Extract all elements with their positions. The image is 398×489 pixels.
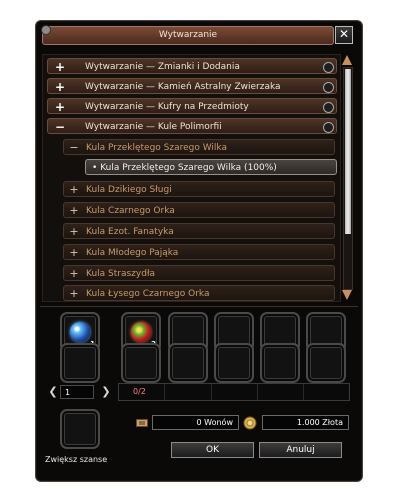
material-slot[interactable] xyxy=(214,343,254,383)
close-icon: ✕ xyxy=(338,27,350,41)
subcategory-label: Kula Łysego Czarnego Orka xyxy=(86,289,210,299)
category-row[interactable]: + Wytwarzanie — Kufry na Przedmioty xyxy=(47,98,337,114)
scroll-down-icon[interactable] xyxy=(342,290,352,300)
scroll-thumb[interactable] xyxy=(345,69,351,234)
scroll-track[interactable] xyxy=(343,67,353,290)
category-row-expanded[interactable]: − Wytwarzanie — Kule Polimorfii xyxy=(47,118,337,134)
won-amount-field: 0 Wonów xyxy=(152,415,239,430)
chance-label: Zwiększ szanse xyxy=(45,455,108,464)
subcategory-label: Kula Dzikiego Sługi xyxy=(86,185,172,195)
category-row[interactable]: + Wytwarzanie — Zmianki i Dodania xyxy=(47,58,337,74)
pin-icon xyxy=(41,25,51,35)
ratio-cell-divider xyxy=(303,384,304,400)
blue-orb-icon xyxy=(70,322,90,342)
window-title: Wytwarzanie xyxy=(158,30,218,40)
chance-slot[interactable] xyxy=(60,409,100,449)
category-label: Wytwarzanie — Kufry na Przedmioty xyxy=(85,102,249,112)
category-row[interactable]: + Wytwarzanie — Kamień Astralny Zwierzak… xyxy=(47,78,337,94)
expand-icon[interactable]: + xyxy=(69,203,79,219)
won-note-icon xyxy=(136,419,148,427)
ratio-cell-divider xyxy=(164,384,165,400)
subcategory-label: Kula Czarnego Orka xyxy=(86,206,175,216)
list-scrollbar[interactable] xyxy=(341,55,353,300)
subcategory-label: Kula Młodego Pająka xyxy=(86,248,179,258)
toggle-knob-icon xyxy=(323,62,334,73)
window-titlebar[interactable]: Wytwarzanie xyxy=(41,25,334,45)
expand-icon[interactable]: + xyxy=(69,245,79,261)
collapse-icon[interactable]: − xyxy=(69,140,79,156)
subcategory-row[interactable]: + Kula Straszydła xyxy=(63,265,335,281)
category-label: Wytwarzanie — Kamień Astralny Zwierzaka xyxy=(85,82,281,92)
expand-icon[interactable]: + xyxy=(69,266,79,282)
ratio-cell-divider xyxy=(211,384,212,400)
page-number-field[interactable]: 1 xyxy=(60,385,94,399)
subcategory-row[interactable]: + Kula Ezot. Fanatyka xyxy=(63,223,335,239)
toggle-knob-icon xyxy=(323,102,334,113)
gold-coin-icon xyxy=(243,416,257,430)
material-slot[interactable] xyxy=(306,343,346,383)
ok-button[interactable]: OK xyxy=(171,442,254,458)
subcategory-row[interactable]: + Kula Młodego Pająka xyxy=(63,244,335,260)
materials-ratio-bar: 0/2 xyxy=(118,383,350,401)
material-slot[interactable] xyxy=(121,343,161,383)
material-slot[interactable] xyxy=(168,343,208,383)
recipe-item-selected[interactable]: • Kula Przeklętego Szarego Wilka (100%) xyxy=(85,159,337,175)
subcategory-row[interactable]: + Kula Łysego Czarnego Orka xyxy=(63,285,335,301)
recipe-text: Kula Przeklętego Szarego Wilka (100%) xyxy=(100,163,277,173)
expand-icon[interactable]: + xyxy=(54,59,66,75)
close-button[interactable]: ✕ xyxy=(335,26,353,44)
subcategory-label: Kula Straszydła xyxy=(86,269,156,279)
gold-amount-field: 1.000 Złota xyxy=(262,415,349,430)
category-label: Wytwarzanie — Kule Polimorfii xyxy=(85,122,222,132)
expand-icon[interactable]: + xyxy=(54,79,66,95)
expand-icon[interactable]: + xyxy=(69,182,79,198)
toggle-knob-icon xyxy=(323,82,334,93)
recipe-list: + Wytwarzanie — Zmianki i Dodania + Wytw… xyxy=(42,54,341,302)
red-orb-icon xyxy=(131,322,151,342)
next-page-button[interactable]: ❯ xyxy=(101,386,111,398)
materials-ratio: 0/2 xyxy=(133,387,146,396)
collapse-icon[interactable]: − xyxy=(54,119,66,135)
category-label: Wytwarzanie — Zmianki i Dodania xyxy=(85,62,240,72)
result-slot-lower[interactable] xyxy=(60,343,100,383)
expand-icon[interactable]: + xyxy=(69,286,79,302)
recipe-label: • Kula Przeklętego Szarego Wilka (100%) xyxy=(92,160,277,176)
cancel-button[interactable]: Anuluj xyxy=(259,442,342,458)
expand-icon[interactable]: + xyxy=(69,224,79,240)
ratio-cell-divider xyxy=(257,384,258,400)
subcategory-row-expanded[interactable]: − Kula Przeklętego Szarego Wilka xyxy=(63,139,335,155)
subcategory-row[interactable]: + Kula Dzikiego Sługi xyxy=(63,181,335,197)
toggle-knob-icon xyxy=(323,122,334,133)
subcategory-label: Kula Ezot. Fanatyka xyxy=(86,227,174,237)
material-slot[interactable] xyxy=(260,343,300,383)
bullet-icon: • xyxy=(92,163,98,173)
scroll-up-icon[interactable] xyxy=(342,55,352,65)
divider xyxy=(40,306,358,307)
subcategory-row[interactable]: + Kula Czarnego Orka xyxy=(63,202,335,218)
subcategory-label: Kula Przeklętego Szarego Wilka xyxy=(86,143,228,153)
expand-icon[interactable]: + xyxy=(54,99,66,115)
prev-page-button[interactable]: ❮ xyxy=(48,386,58,398)
